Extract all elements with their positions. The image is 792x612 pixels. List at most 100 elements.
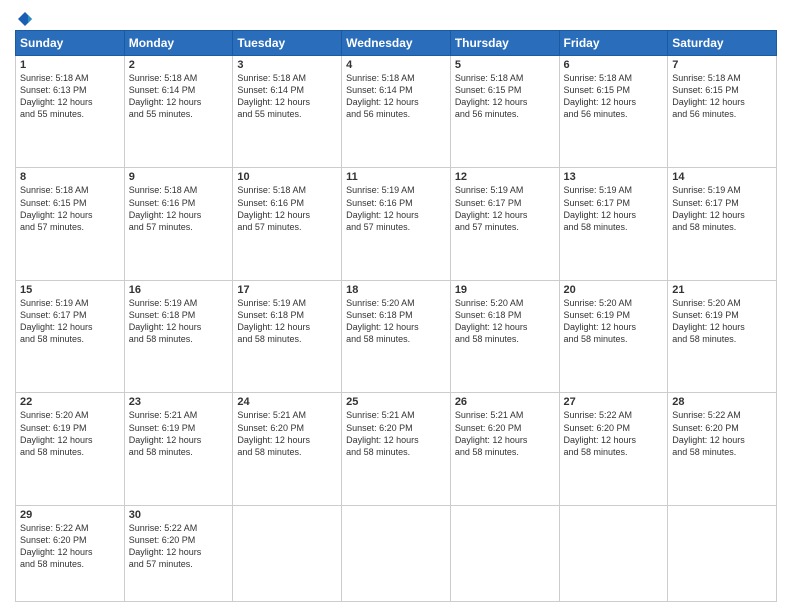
- day-info: Sunrise: 5:19 AMSunset: 6:18 PMDaylight:…: [129, 298, 202, 344]
- day-info: Sunrise: 5:18 AMSunset: 6:14 PMDaylight:…: [129, 73, 202, 119]
- day-number: 9: [129, 171, 229, 183]
- day-number: 23: [129, 396, 229, 408]
- calendar-cell: [233, 505, 342, 601]
- day-info: Sunrise: 5:22 AMSunset: 6:20 PMDaylight:…: [129, 523, 202, 569]
- calendar-table: SundayMondayTuesdayWednesdayThursdayFrid…: [15, 30, 777, 602]
- day-info: Sunrise: 5:18 AMSunset: 6:16 PMDaylight:…: [237, 185, 310, 231]
- day-info: Sunrise: 5:21 AMSunset: 6:19 PMDaylight:…: [129, 410, 202, 456]
- day-number: 5: [455, 59, 555, 71]
- calendar-cell: 3Sunrise: 5:18 AMSunset: 6:14 PMDaylight…: [233, 56, 342, 168]
- calendar-cell: 19 Sunrise: 5:20 AMSunset: 6:18 PMDayligh…: [450, 280, 559, 392]
- day-number: 29: [20, 509, 120, 521]
- day-number: 14: [672, 171, 772, 183]
- day-info: Sunrise: 5:22 AMSunset: 6:20 PMDaylight:…: [672, 410, 745, 456]
- calendar-cell: 17 Sunrise: 5:19 AMSunset: 6:18 PMDayligh…: [233, 280, 342, 392]
- calendar-cell: 6 Sunrise: 5:18 AMSunset: 6:15 PMDaylight…: [559, 56, 668, 168]
- calendar-cell: [559, 505, 668, 601]
- calendar-cell: 2 Sunrise: 5:18 AMSunset: 6:14 PMDaylight…: [124, 56, 233, 168]
- day-number: 26: [455, 396, 555, 408]
- day-number: 19: [455, 284, 555, 296]
- calendar-cell: 18 Sunrise: 5:20 AMSunset: 6:18 PMDayligh…: [342, 280, 451, 392]
- day-number: 8: [20, 171, 120, 183]
- calendar-cell: [668, 505, 777, 601]
- calendar-cell: 21 Sunrise: 5:20 AMSunset: 6:19 PMDayligh…: [668, 280, 777, 392]
- day-info: Sunrise: 5:18 AMSunset: 6:13 PMDaylight:…: [20, 73, 93, 119]
- day-number: 28: [672, 396, 772, 408]
- day-info: Sunrise: 5:18 AMSunset: 6:14 PMDaylight:…: [346, 73, 419, 119]
- day-info: Sunrise: 5:20 AMSunset: 6:19 PMDaylight:…: [672, 298, 745, 344]
- day-number: 22: [20, 396, 120, 408]
- day-info: Sunrise: 5:21 AMSunset: 6:20 PMDaylight:…: [346, 410, 419, 456]
- top-area: [15, 10, 777, 24]
- calendar-row-2: 15 Sunrise: 5:19 AMSunset: 6:17 PMDayligh…: [16, 280, 777, 392]
- day-number: 25: [346, 396, 446, 408]
- day-number: 18: [346, 284, 446, 296]
- calendar-cell: 14 Sunrise: 5:19 AMSunset: 6:17 PMDayligh…: [668, 168, 777, 280]
- day-info: Sunrise: 5:21 AMSunset: 6:20 PMDaylight:…: [455, 410, 528, 456]
- weekday-header-row: SundayMondayTuesdayWednesdayThursdayFrid…: [16, 31, 777, 56]
- day-number: 24: [237, 396, 337, 408]
- calendar-cell: 28 Sunrise: 5:22 AMSunset: 6:20 PMDayligh…: [668, 393, 777, 505]
- day-info: Sunrise: 5:20 AMSunset: 6:18 PMDaylight:…: [346, 298, 419, 344]
- calendar-cell: 26 Sunrise: 5:21 AMSunset: 6:20 PMDayligh…: [450, 393, 559, 505]
- calendar-cell: 29Sunrise: 5:22 AMSunset: 6:20 PMDayligh…: [16, 505, 125, 601]
- day-number: 7: [672, 59, 772, 71]
- calendar-cell: 27 Sunrise: 5:22 AMSunset: 6:20 PMDayligh…: [559, 393, 668, 505]
- calendar-cell: [342, 505, 451, 601]
- calendar-cell: 12 Sunrise: 5:19 AMSunset: 6:17 PMDayligh…: [450, 168, 559, 280]
- day-info: Sunrise: 5:22 AMSunset: 6:20 PMDaylight:…: [564, 410, 637, 456]
- day-number: 30: [129, 509, 229, 521]
- day-info: Sunrise: 5:20 AMSunset: 6:18 PMDaylight:…: [455, 298, 528, 344]
- calendar-cell: 7Sunrise: 5:18 AMSunset: 6:15 PMDaylight…: [668, 56, 777, 168]
- day-number: 4: [346, 59, 446, 71]
- calendar-cell: 10Sunrise: 5:18 AMSunset: 6:16 PMDayligh…: [233, 168, 342, 280]
- day-info: Sunrise: 5:19 AMSunset: 6:18 PMDaylight:…: [237, 298, 310, 344]
- day-info: Sunrise: 5:20 AMSunset: 6:19 PMDaylight:…: [20, 410, 93, 456]
- day-number: 12: [455, 171, 555, 183]
- weekday-header-friday: Friday: [559, 31, 668, 56]
- day-info: Sunrise: 5:19 AMSunset: 6:17 PMDaylight:…: [672, 185, 745, 231]
- day-info: Sunrise: 5:20 AMSunset: 6:19 PMDaylight:…: [564, 298, 637, 344]
- day-info: Sunrise: 5:19 AMSunset: 6:17 PMDaylight:…: [455, 185, 528, 231]
- weekday-header-sunday: Sunday: [16, 31, 125, 56]
- calendar-cell: 15 Sunrise: 5:19 AMSunset: 6:17 PMDayligh…: [16, 280, 125, 392]
- calendar-cell: 11Sunrise: 5:19 AMSunset: 6:16 PMDayligh…: [342, 168, 451, 280]
- weekday-header-monday: Monday: [124, 31, 233, 56]
- day-number: 1: [20, 59, 120, 71]
- calendar-cell: 8 Sunrise: 5:18 AMSunset: 6:15 PMDaylight…: [16, 168, 125, 280]
- logo-icon: [16, 10, 34, 28]
- weekday-header-saturday: Saturday: [668, 31, 777, 56]
- day-info: Sunrise: 5:21 AMSunset: 6:20 PMDaylight:…: [237, 410, 310, 456]
- weekday-header-tuesday: Tuesday: [233, 31, 342, 56]
- day-number: 3: [237, 59, 337, 71]
- calendar-cell: 24 Sunrise: 5:21 AMSunset: 6:20 PMDayligh…: [233, 393, 342, 505]
- page: SundayMondayTuesdayWednesdayThursdayFrid…: [0, 0, 792, 612]
- calendar-cell: 9Sunrise: 5:18 AMSunset: 6:16 PMDaylight…: [124, 168, 233, 280]
- calendar-cell: [450, 505, 559, 601]
- day-number: 15: [20, 284, 120, 296]
- calendar-cell: 13 Sunrise: 5:19 AMSunset: 6:17 PMDayligh…: [559, 168, 668, 280]
- calendar-cell: 30 Sunrise: 5:22 AMSunset: 6:20 PMDayligh…: [124, 505, 233, 601]
- day-number: 16: [129, 284, 229, 296]
- day-number: 6: [564, 59, 664, 71]
- day-number: 20: [564, 284, 664, 296]
- day-number: 11: [346, 171, 446, 183]
- day-info: Sunrise: 5:19 AMSunset: 6:17 PMDaylight:…: [564, 185, 637, 231]
- calendar-cell: 1 Sunrise: 5:18 AMSunset: 6:13 PMDaylight…: [16, 56, 125, 168]
- calendar-row-4: 29 Sunrise: 5:22 AMSunset: 6:20 PMDayligh…: [16, 505, 777, 601]
- weekday-header-thursday: Thursday: [450, 31, 559, 56]
- day-number: 13: [564, 171, 664, 183]
- day-number: 21: [672, 284, 772, 296]
- calendar-cell: 5 Sunrise: 5:18 AMSunset: 6:15 PMDaylight…: [450, 56, 559, 168]
- day-info: Sunrise: 5:19 AMSunset: 6:17 PMDaylight:…: [20, 298, 93, 344]
- calendar-cell: 16 Sunrise: 5:19 AMSunset: 6:18 PMDayligh…: [124, 280, 233, 392]
- calendar-cell: 25 Sunrise: 5:21 AMSunset: 6:20 PMDayligh…: [342, 393, 451, 505]
- calendar-cell: 4 Sunrise: 5:18 AMSunset: 6:14 PMDaylight…: [342, 56, 451, 168]
- day-info: Sunrise: 5:18 AMSunset: 6:15 PMDaylight:…: [564, 73, 637, 119]
- day-number: 27: [564, 396, 664, 408]
- day-number: 2: [129, 59, 229, 71]
- day-info: Sunrise: 5:18 AMSunset: 6:15 PMDaylight:…: [20, 185, 93, 231]
- day-number: 17: [237, 284, 337, 296]
- day-info: Sunrise: 5:18 AMSunset: 6:15 PMDaylight:…: [455, 73, 528, 119]
- calendar-row-3: 22 Sunrise: 5:20 AMSunset: 6:19 PMDayligh…: [16, 393, 777, 505]
